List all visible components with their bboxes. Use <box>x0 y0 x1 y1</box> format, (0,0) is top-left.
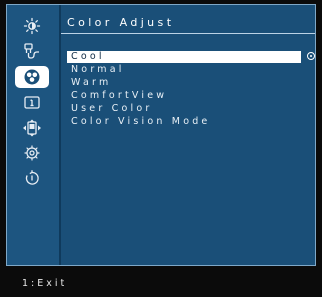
monitor-osd: Color Adjust Cool Normal Warm ComfortVie… <box>0 0 322 297</box>
menu-icon[interactable] <box>15 117 49 139</box>
brightness-icon[interactable] <box>15 15 49 37</box>
menu-item-label: Cool <box>71 51 105 62</box>
menu-item-label: Color Vision Mode <box>71 116 211 127</box>
reset-icon[interactable] <box>15 167 49 189</box>
selected-indicator-icon <box>307 52 315 60</box>
menu-item-label: Warm <box>71 77 112 88</box>
osd-sidebar <box>7 5 59 265</box>
osd-panel: Color Adjust Cool Normal Warm ComfortVie… <box>6 4 316 266</box>
color-icon[interactable] <box>15 66 49 88</box>
menu-item-warm[interactable]: Warm <box>67 77 111 89</box>
menu-item-normal[interactable]: Normal <box>67 64 125 76</box>
menu-item-label: Normal <box>71 64 125 75</box>
display-icon[interactable] <box>15 92 49 114</box>
settings-icon[interactable] <box>15 142 49 164</box>
exit-hint[interactable]: 1:Exit <box>22 278 67 289</box>
sidebar-divider <box>59 5 61 265</box>
menu-item-label: User Color <box>71 103 153 114</box>
title-underline <box>61 33 315 34</box>
menu-item-color-vision-mode[interactable]: Color Vision Mode <box>67 116 210 128</box>
input-source-icon[interactable] <box>15 40 49 62</box>
menu-item-user-color[interactable]: User Color <box>67 103 152 115</box>
menu-item-label: ComfortView <box>71 90 168 101</box>
menu-item-cool[interactable]: Cool <box>67 51 315 63</box>
menu-item-comfortview[interactable]: ComfortView <box>67 90 167 102</box>
menu-title: Color Adjust <box>67 16 175 29</box>
